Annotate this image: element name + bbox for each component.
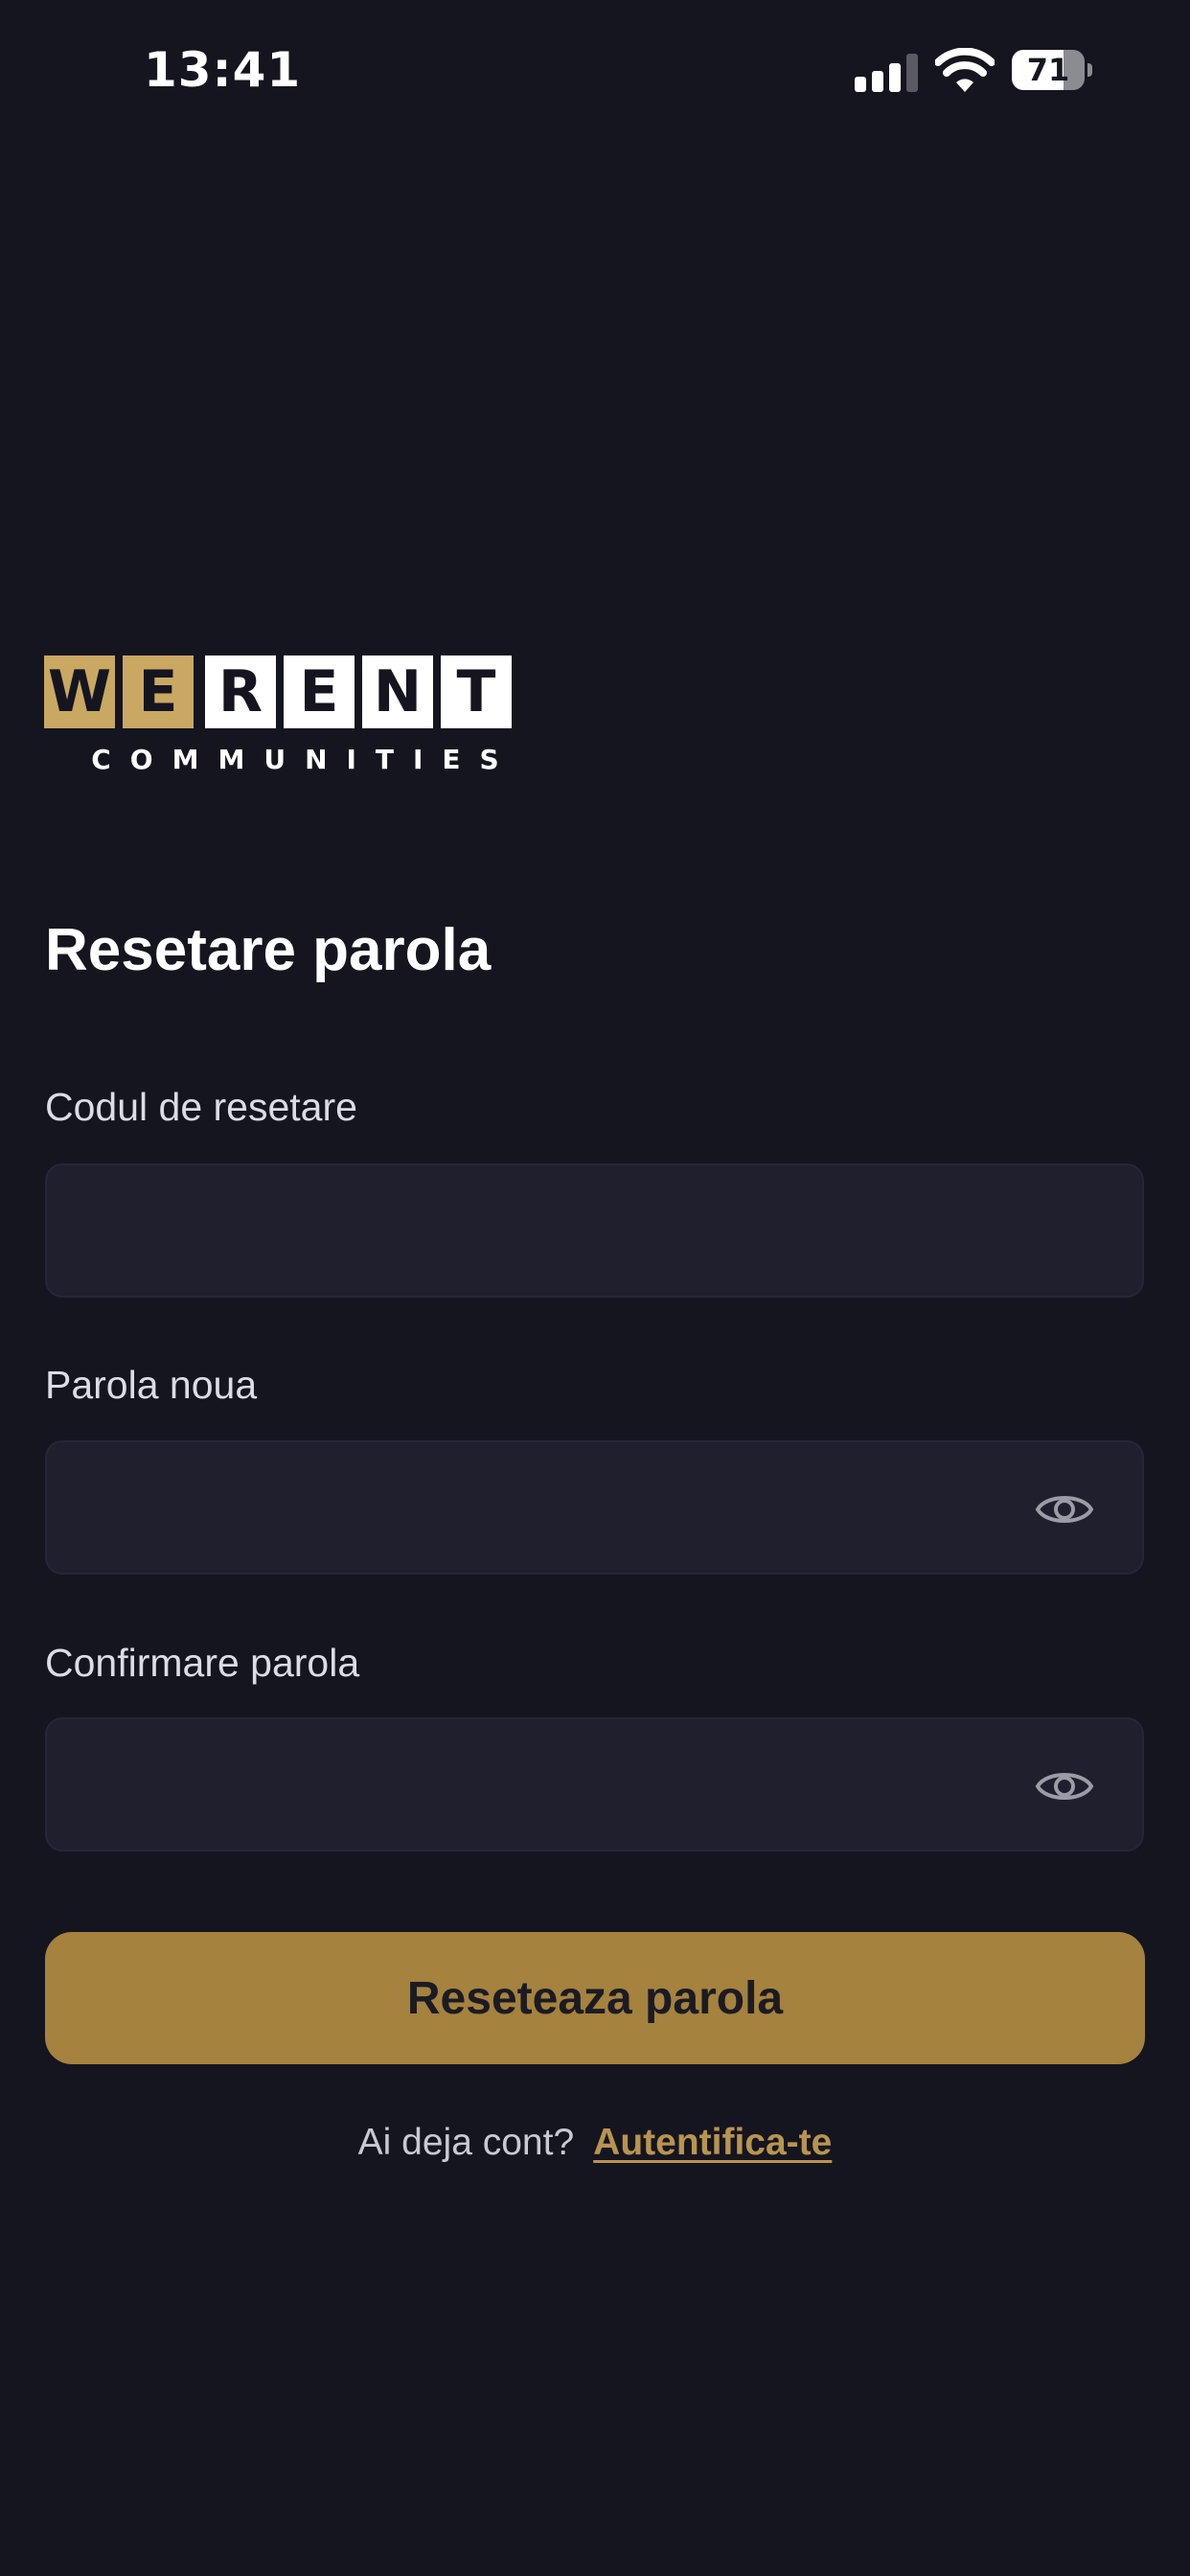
- logo-tile: N: [362, 656, 433, 728]
- new-password-input[interactable]: [47, 1442, 1142, 1573]
- reset-password-button[interactable]: Reseteaza parola: [45, 1932, 1145, 2064]
- confirm-password-field[interactable]: [45, 1717, 1144, 1852]
- reset-code-field[interactable]: [45, 1163, 1144, 1298]
- reset-code-input[interactable]: [47, 1165, 1142, 1296]
- confirm-password-input[interactable]: [47, 1719, 1142, 1850]
- cellular-signal-icon: [855, 54, 918, 92]
- logo-tiles: W E R E N T: [44, 656, 512, 728]
- logo-tile: W: [44, 656, 115, 728]
- logo-tile: E: [284, 656, 355, 728]
- confirm-password-label: Confirmare parola: [45, 1641, 360, 1685]
- status-time: 13:41: [144, 42, 302, 98]
- battery-level: 71: [1026, 52, 1070, 88]
- login-prompt: Ai deja cont? Autentifica-te: [0, 2122, 1190, 2164]
- werent-logo: W E R E N T COMMUNITIES: [44, 656, 546, 780]
- wifi-icon: [935, 48, 995, 92]
- login-link[interactable]: Autentifica-te: [593, 2122, 832, 2163]
- new-password-label: Parola noua: [45, 1363, 258, 1407]
- logo-tile: E: [123, 656, 194, 728]
- logo-subtitle: COMMUNITIES: [91, 744, 518, 775]
- new-password-field[interactable]: [45, 1440, 1144, 1575]
- logo-tile: R: [205, 656, 276, 728]
- status-bar: 13:41 71: [0, 0, 1190, 144]
- logo-tile: T: [441, 656, 512, 728]
- eye-icon[interactable]: [1035, 1488, 1094, 1530]
- page-title: Resetare parola: [45, 917, 492, 983]
- reset-password-screen: 13:41 71 W E R E N T COMMUNITIES Resetar…: [0, 0, 1190, 2576]
- login-prompt-text: Ai deja cont?: [357, 2122, 575, 2163]
- reset-code-label: Codul de resetare: [45, 1085, 357, 1129]
- battery-icon: 71: [1012, 50, 1094, 90]
- eye-icon[interactable]: [1035, 1765, 1094, 1807]
